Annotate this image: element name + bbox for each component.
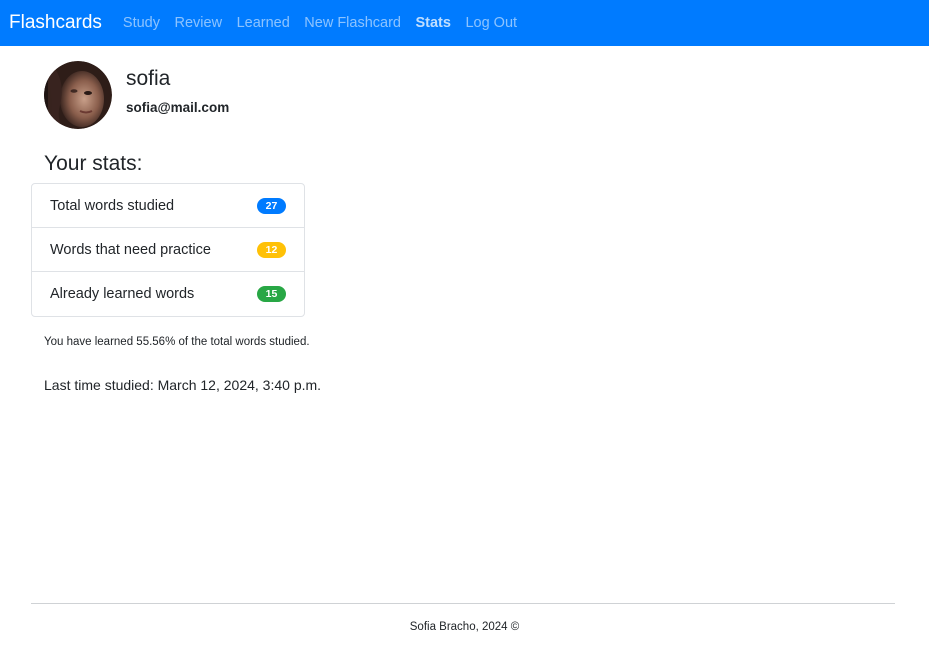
nav-link-stats[interactable]: Stats — [415, 15, 450, 31]
nav-link-log-out[interactable]: Log Out — [465, 15, 517, 31]
nav-link-review[interactable]: Review — [175, 15, 223, 31]
nav-link-study[interactable]: Study — [123, 15, 160, 31]
stat-need-practice: Words that need practice 12 — [32, 228, 304, 272]
footer-divider — [31, 603, 895, 604]
stat-label: Already learned words — [50, 286, 195, 302]
stat-label: Total words studied — [50, 197, 175, 214]
nav-link-learned[interactable]: Learned — [237, 15, 290, 31]
nav-link-new-flashcard[interactable]: New Flashcard — [304, 15, 401, 31]
avatar — [44, 61, 112, 129]
learned-percentage-text: You have learned 55.56% of the total wor… — [44, 336, 310, 348]
username: sofia — [126, 67, 171, 90]
count-badge: 27 — [257, 197, 286, 214]
footer-copyright: Sofia Bracho, 2024 © — [409, 621, 520, 633]
stat-learned-words: Already learned words 15 — [32, 272, 304, 316]
brand-link[interactable]: Flashcards — [9, 12, 102, 34]
stat-label: Words that need practice — [50, 241, 211, 258]
profile-header: sofia sofia@mail.com — [44, 61, 229, 129]
count-badge: 12 — [257, 241, 286, 258]
stat-total-words: Total words studied 27 — [32, 184, 304, 228]
stats-list: Total words studied 27 Words that need p… — [31, 183, 305, 317]
user-email: sofia@mail.com — [126, 100, 230, 115]
count-badge: 15 — [257, 286, 286, 302]
last-studied-text: Last time studied: March 12, 2024, 3:40 … — [44, 377, 322, 393]
top-navbar: Flashcards Study Review Learned New Flas… — [0, 0, 929, 46]
stats-title: Your stats: — [44, 152, 143, 175]
